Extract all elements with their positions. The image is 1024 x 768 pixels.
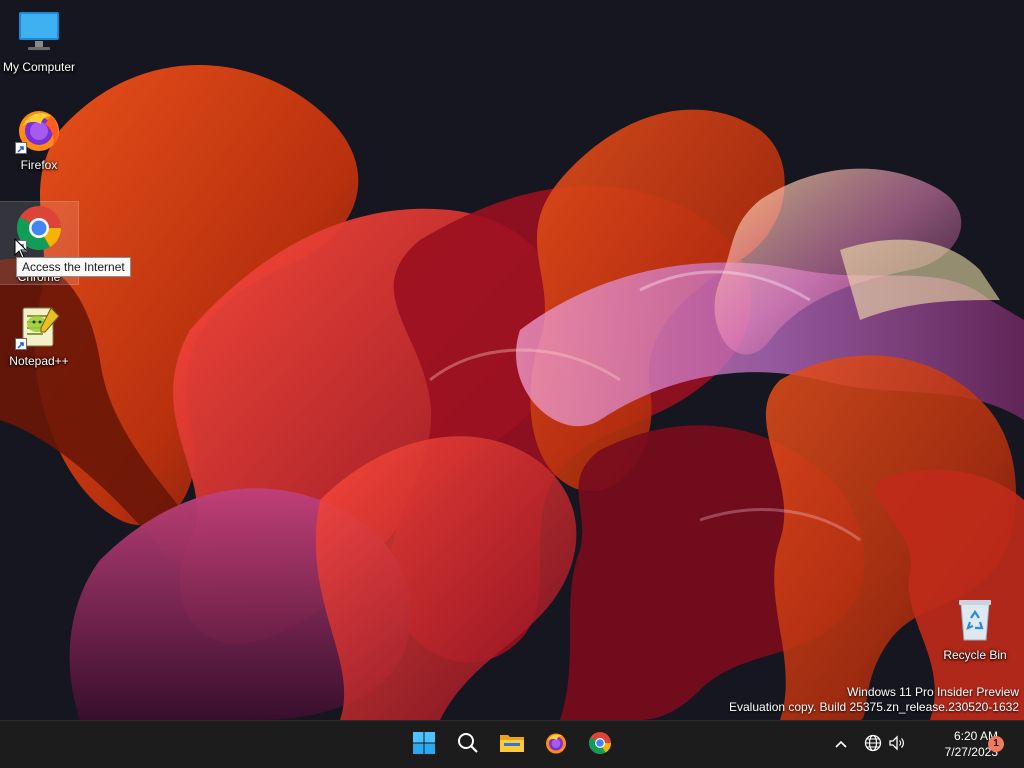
taskbar: 6:20 AM 7/27/2023 xyxy=(0,720,1024,768)
shortcut-arrow-icon xyxy=(15,142,27,154)
wallpaper xyxy=(0,0,1024,720)
tooltip: Access the Internet xyxy=(16,257,131,277)
search-button[interactable] xyxy=(450,727,486,763)
start-button[interactable] xyxy=(406,727,442,763)
chevron-up-icon xyxy=(834,736,848,754)
speaker-icon xyxy=(888,734,906,757)
monitor-icon xyxy=(15,8,63,56)
taskbar-firefox-button[interactable] xyxy=(538,727,574,763)
desktop-icon-label: Notepad++ xyxy=(9,354,69,368)
watermark-line-1: Windows 11 Pro Insider Preview xyxy=(847,685,1019,699)
search-icon xyxy=(457,732,479,759)
clock-date: 7/27/2023 xyxy=(944,745,998,759)
globe-icon xyxy=(864,734,882,757)
recycle-bin-icon xyxy=(951,596,999,644)
desktop-icon-notepadpp[interactable]: Notepad++ xyxy=(0,302,78,368)
desktop-icon-firefox[interactable]: Firefox xyxy=(0,106,78,172)
desktop-icon-my-computer[interactable]: My Computer xyxy=(0,8,78,74)
desktop-icon-label: My Computer xyxy=(2,60,76,74)
firefox-icon xyxy=(15,106,63,154)
file-explorer-button[interactable] xyxy=(494,727,530,763)
evaluation-watermark: Windows 11 Pro Insider Preview Evaluatio… xyxy=(729,685,1019,715)
taskbar-chrome-button[interactable] xyxy=(582,727,618,763)
show-hidden-icons-button[interactable] xyxy=(832,735,850,755)
volume-button[interactable] xyxy=(886,734,908,757)
desktop-icon-recycle-bin[interactable]: Recycle Bin xyxy=(936,596,1014,662)
chrome-icon xyxy=(588,731,612,760)
shortcut-arrow-icon xyxy=(15,338,27,350)
notification-badge[interactable]: 1 xyxy=(988,736,1004,752)
notepadpp-icon xyxy=(15,302,63,350)
desktop-icon-label: Firefox xyxy=(20,158,58,172)
file-explorer-icon xyxy=(499,732,525,759)
clock-time: 6:20 AM xyxy=(953,729,998,743)
desktop-icon-label: Recycle Bin xyxy=(943,648,1007,662)
start-icon xyxy=(412,731,436,760)
desktop[interactable]: My Computer Firefox Chrome Notepad++ Rec… xyxy=(0,0,1024,720)
firefox-icon xyxy=(544,731,568,760)
network-button[interactable] xyxy=(862,734,884,757)
watermark-line-2: Evaluation copy. Build 25375.zn_release.… xyxy=(729,700,1019,714)
clock[interactable]: 6:20 AM 7/27/2023 xyxy=(908,728,998,760)
